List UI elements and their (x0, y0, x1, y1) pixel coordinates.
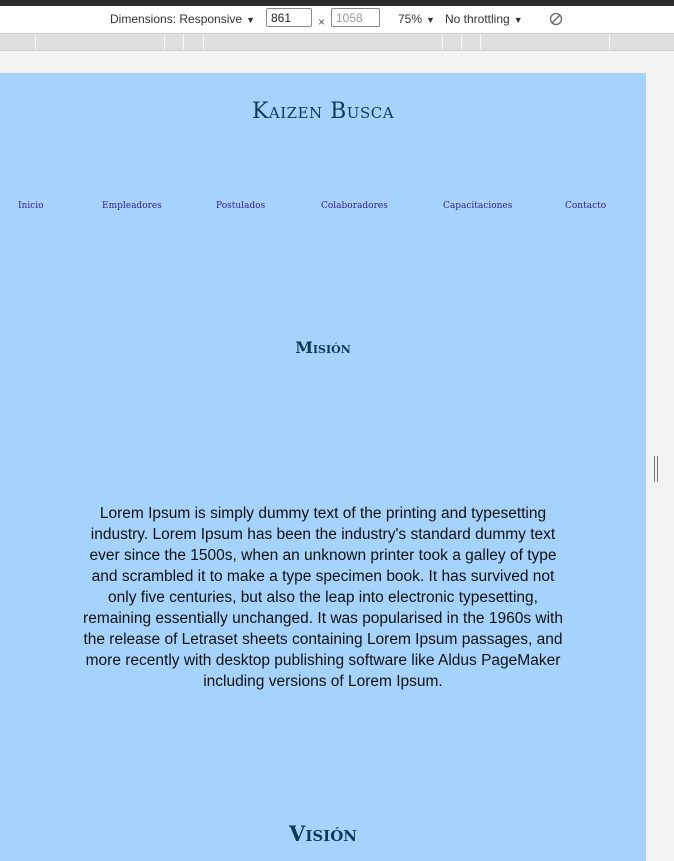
resize-handle-icon[interactable] (654, 456, 658, 482)
height-input[interactable]: 1058 (331, 8, 380, 27)
device-toolbar: Dimensions: Responsive ▼ 861 × 1058 75% ▼ … (0, 6, 674, 33)
chevron-down-icon: ▼ (513, 15, 523, 25)
rotate-icon[interactable] (549, 12, 563, 26)
dimension-separator: × (318, 15, 326, 29)
page-viewport: Kaizen Busca Inicio Empleadores Postulad… (0, 73, 646, 861)
vision-heading: Visión (289, 821, 357, 846)
dimensions-label: Dimensions: Responsive (110, 12, 243, 26)
nav-link-capacitaciones[interactable]: Capacitaciones (443, 201, 512, 211)
viewport-top-gutter (0, 51, 674, 73)
zoom-dropdown[interactable]: 75% ▼ (398, 12, 435, 26)
mision-heading: Misión (295, 338, 351, 357)
nav-link-postulados[interactable]: Postulados (216, 201, 265, 211)
viewport-right-gutter (646, 73, 674, 861)
throttling-dropdown[interactable]: No throttling ▼ (445, 12, 523, 26)
throttling-label: No throttling (445, 12, 510, 26)
nav-link-contacto[interactable]: Contacto (565, 201, 606, 211)
nav-link-inicio[interactable]: Inicio (18, 201, 44, 211)
mision-paragraph: Lorem Ipsum is simply dummy text of the … (83, 505, 563, 690)
nav-link-colaboradores[interactable]: Colaboradores (321, 201, 388, 211)
dimensions-dropdown[interactable]: Dimensions: Responsive ▼ (110, 12, 255, 26)
media-query-ruler[interactable] (0, 33, 674, 51)
width-input[interactable]: 861 (266, 8, 312, 27)
site-title: Kaizen Busca (251, 99, 395, 124)
nav-link-empleadores[interactable]: Empleadores (102, 201, 162, 211)
chevron-down-icon: ▼ (246, 15, 255, 25)
zoom-label: 75% (398, 12, 423, 26)
chevron-down-icon: ▼ (426, 15, 435, 25)
